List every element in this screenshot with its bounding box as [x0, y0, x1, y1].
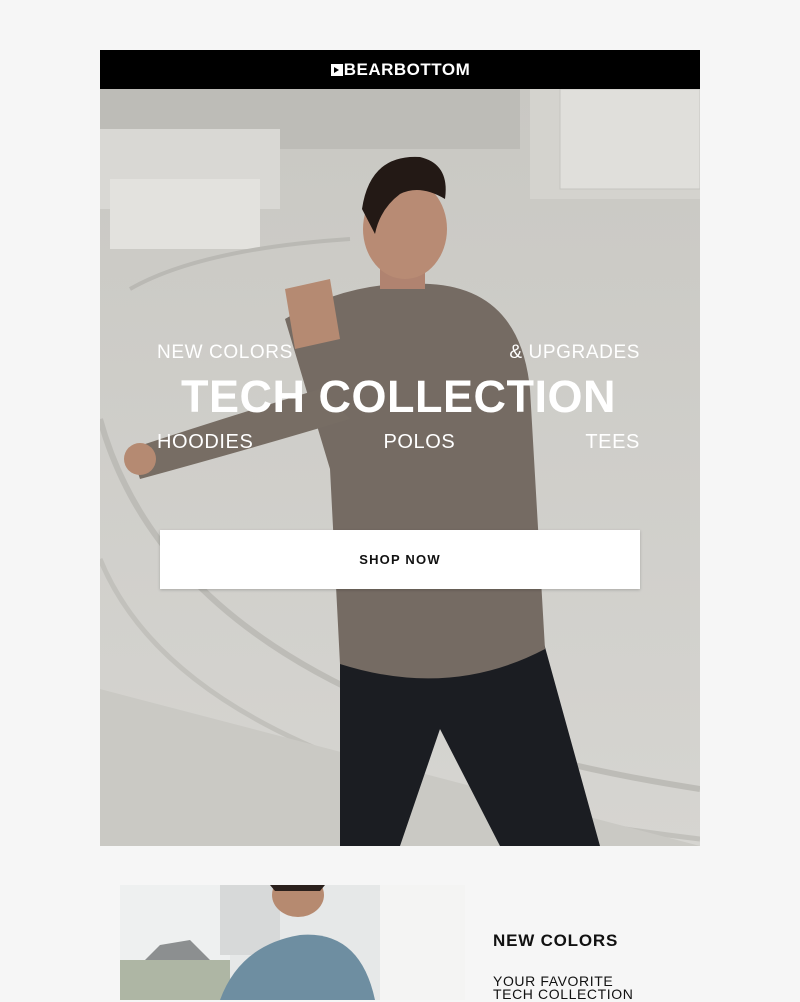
hero-banner[interactable]: NEW COLORS & UPGRADES TECH COLLECTION HO…: [100, 89, 700, 846]
shop-now-button[interactable]: SHOP NOW: [160, 530, 640, 589]
promo-photo[interactable]: [120, 885, 465, 1000]
promo-title: NEW COLORS: [493, 931, 619, 950]
header-bar: BEARBOTTOM: [100, 50, 700, 89]
promo-section: NEW COLORS YOUR FAVORITE TECH COLLECTION: [120, 885, 720, 1001]
brand-name: BEARBOTTOM: [343, 59, 471, 79]
hero-photo: [100, 89, 700, 846]
hero-categories: HOODIES POLOS TEES: [157, 431, 640, 454]
promo-photo-art: [120, 885, 465, 1000]
category-tees: TEES: [585, 431, 640, 453]
tag-new-colors: NEW COLORS: [157, 342, 293, 363]
promo-desc-line: TECH COLLECTION: [493, 986, 634, 1002]
category-hoodies: HOODIES: [157, 431, 254, 453]
category-polos: POLOS: [383, 431, 456, 453]
brand-logo[interactable]: BEARBOTTOM: [330, 60, 471, 80]
hero-tagline-row: NEW COLORS & UPGRADES: [157, 342, 640, 364]
email-container: BEARBOTTOM NEW COLORS & UPGRADES TECH CO…: [100, 50, 700, 846]
bear-logo-icon: [330, 63, 343, 76]
tag-upgrades: & UPGRADES: [509, 342, 640, 363]
promo-description: YOUR FAVORITE TECH COLLECTION: [493, 974, 713, 1002]
promo-text: NEW COLORS YOUR FAVORITE TECH COLLECTION: [493, 931, 713, 1001]
hero-headline: TECH COLLECTION: [181, 371, 616, 422]
